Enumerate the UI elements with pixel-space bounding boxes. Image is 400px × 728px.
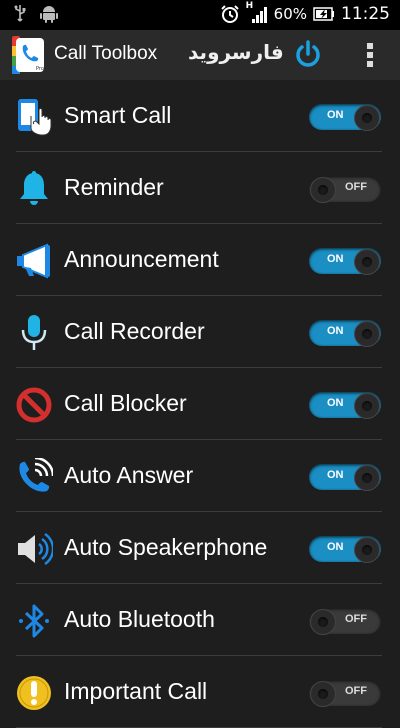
feature-label: Smart Call	[64, 102, 172, 128]
toggle-knob	[354, 465, 380, 491]
usb-icon	[14, 5, 26, 22]
announcement-toggle[interactable]: ON	[309, 248, 381, 275]
toggle-state: ON	[327, 325, 344, 337]
list-item-smart-call[interactable]: Smart Call ON	[0, 80, 400, 152]
list-item-auto-bluetooth[interactable]: Auto Bluetooth OFF	[0, 584, 400, 656]
feature-label: Important Call	[64, 678, 208, 704]
toggle-state: ON	[327, 397, 344, 409]
toggle-state: OFF	[345, 613, 367, 625]
app-logo-icon: Pro	[12, 36, 44, 74]
battery-charging-icon	[313, 7, 334, 21]
exclamation-icon	[17, 676, 51, 710]
feature-label: Auto Speakerphone	[64, 534, 268, 560]
alarm-icon	[220, 5, 239, 23]
phone-ringing-icon	[19, 458, 53, 492]
auto-speakerphone-toggle[interactable]: ON	[309, 536, 381, 563]
auto-answer-toggle[interactable]: ON	[309, 464, 381, 491]
list-item-important-call[interactable]: Important Call OFF	[0, 656, 400, 728]
toggle-knob	[354, 393, 380, 419]
toggle-knob	[310, 177, 336, 203]
feature-label: Announcement	[64, 246, 219, 272]
android-icon	[40, 6, 58, 23]
list-item-reminder[interactable]: Reminder OFF	[0, 152, 400, 224]
toggle-knob	[354, 105, 380, 131]
list-item-call-blocker[interactable]: Call Blocker ON	[0, 368, 400, 440]
toggle-state: OFF	[345, 181, 367, 193]
action-bar: Pro Call Toolbox فارسروید	[0, 30, 400, 80]
toggle-state: OFF	[345, 685, 367, 697]
status-bar: H 60% 11:25	[0, 0, 400, 30]
power-icon[interactable]	[292, 39, 324, 71]
list-item-call-recorder[interactable]: Call Recorder ON	[0, 296, 400, 368]
list-item-auto-speakerphone[interactable]: Auto Speakerphone ON	[0, 512, 400, 584]
smart-call-toggle[interactable]: ON	[309, 104, 381, 131]
watermark-text: فارسروید	[188, 40, 284, 64]
toggle-state: ON	[327, 541, 344, 553]
microphone-icon	[21, 315, 47, 350]
block-icon	[16, 387, 52, 423]
feature-list: Smart Call ON Reminder OFF Announcement …	[0, 80, 400, 728]
toggle-state: ON	[327, 253, 344, 265]
bluetooth-icon	[19, 604, 49, 638]
feature-label: Reminder	[64, 174, 164, 200]
toggle-knob	[310, 609, 336, 635]
toggle-knob	[310, 681, 336, 707]
list-item-announcement[interactable]: Announcement ON	[0, 224, 400, 296]
toggle-knob	[354, 321, 380, 347]
speaker-icon	[18, 532, 53, 566]
feature-label: Call Blocker	[64, 390, 187, 416]
app-title: Call Toolbox	[54, 43, 158, 64]
feature-label: Auto Answer	[64, 462, 194, 488]
auto-bluetooth-toggle[interactable]: OFF	[309, 608, 381, 635]
overflow-menu-icon[interactable]	[356, 40, 384, 70]
clock: 11:25	[341, 4, 390, 24]
bell-icon	[20, 171, 48, 205]
smart-call-icon	[18, 99, 52, 136]
feature-label: Auto Bluetooth	[64, 606, 215, 632]
signal-icon: H	[246, 1, 268, 25]
list-item-auto-answer[interactable]: Auto Answer ON	[0, 440, 400, 512]
battery-percent: 60%	[273, 5, 307, 23]
toggle-state: ON	[327, 109, 344, 121]
call-recorder-toggle[interactable]: ON	[309, 320, 381, 347]
reminder-toggle[interactable]: OFF	[309, 176, 381, 203]
important-call-toggle[interactable]: OFF	[309, 680, 381, 707]
svg-text:Pro: Pro	[36, 66, 44, 72]
toggle-knob	[354, 249, 380, 275]
megaphone-icon	[17, 243, 50, 279]
toggle-knob	[354, 537, 380, 563]
toggle-state: ON	[327, 469, 344, 481]
call-blocker-toggle[interactable]: ON	[309, 392, 381, 419]
feature-label: Call Recorder	[64, 318, 205, 344]
